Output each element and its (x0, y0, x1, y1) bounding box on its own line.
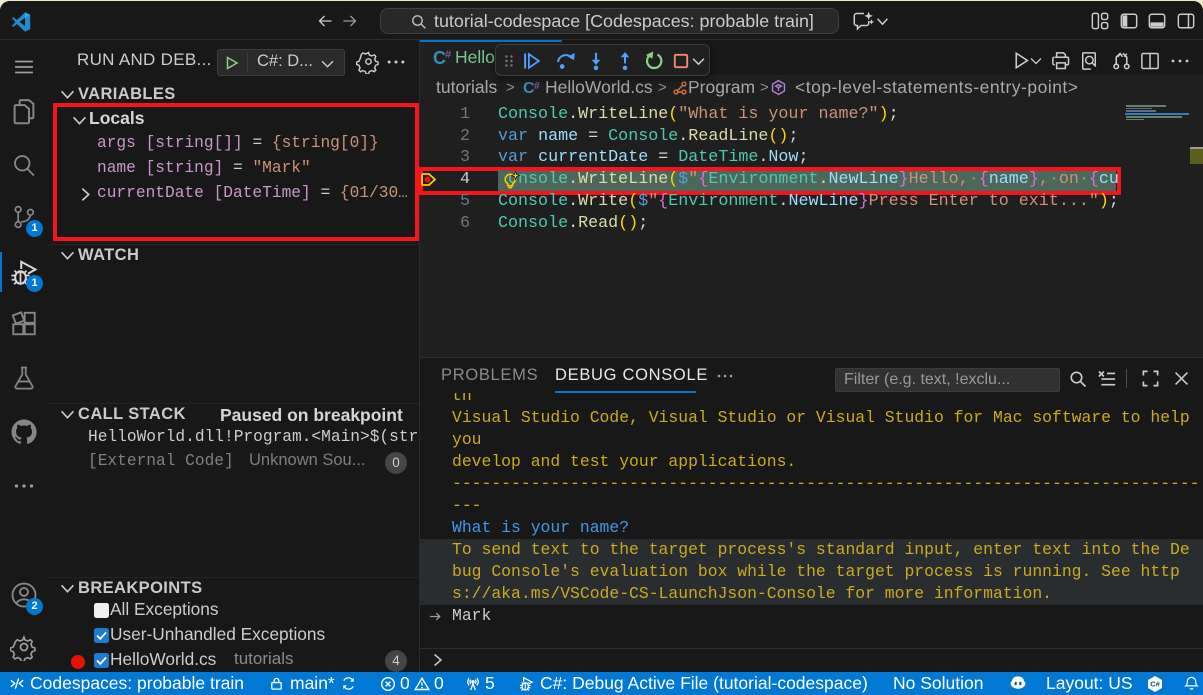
svg-text:C#: C# (1150, 680, 1160, 689)
